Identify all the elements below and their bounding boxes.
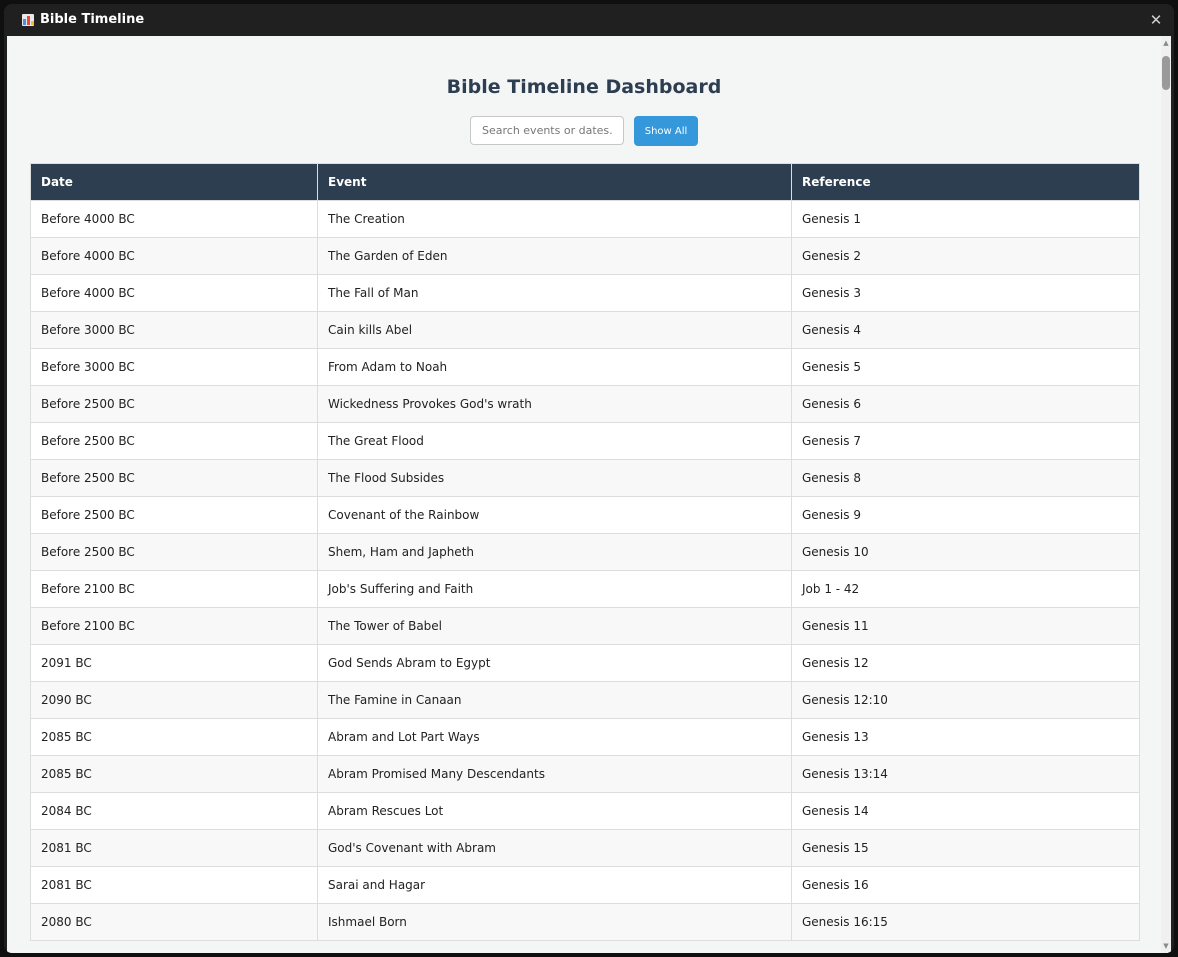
cell-date: Before 3000 BC xyxy=(30,348,318,386)
title-bar[interactable]: Bible Timeline ✕ xyxy=(4,4,1174,36)
cell-date: Before 2500 BC xyxy=(30,496,318,534)
cell-reference: Job 1 - 42 xyxy=(791,570,1140,608)
cell-date: 2081 BC xyxy=(30,866,318,904)
table-row[interactable]: Before 2500 BC Wickedness Provokes God's … xyxy=(30,385,1140,423)
cell-event: Shem, Ham and Japheth xyxy=(317,533,792,571)
column-header-event[interactable]: Event xyxy=(317,163,792,201)
cell-date: Before 3000 BC xyxy=(30,311,318,349)
cell-event: Job's Suffering and Faith xyxy=(317,570,792,608)
table-row[interactable]: 2080 BC Ishmael Born Genesis 16:15 xyxy=(30,903,1140,941)
cell-reference: Genesis 9 xyxy=(791,496,1140,534)
table-row[interactable]: Before 2100 BC Job's Suffering and Faith J… xyxy=(30,570,1140,608)
cell-date: 2090 BC xyxy=(30,681,318,719)
cell-event: From Adam to Noah xyxy=(317,348,792,386)
table-row[interactable]: Before 2500 BC Shem, Ham and Japheth Genes… xyxy=(30,533,1140,571)
table-body: Before 4000 BC The Creation Genesis 1 Befor… xyxy=(30,200,1140,941)
cell-event: Ishmael Born xyxy=(317,903,792,941)
cell-reference: Genesis 16:15 xyxy=(791,903,1140,941)
cell-event: Cain kills Abel xyxy=(317,311,792,349)
cell-event: Wickedness Provokes God's wrath xyxy=(317,385,792,423)
bar-chart-icon xyxy=(22,14,34,26)
cell-event: The Famine in Canaan xyxy=(317,681,792,719)
table-row[interactable]: 2081 BC Sarai and Hagar Genesis 16 xyxy=(30,866,1140,904)
cell-event: The Creation xyxy=(317,200,792,238)
cell-reference: Genesis 3 xyxy=(791,274,1140,312)
cell-date: 2091 BC xyxy=(30,644,318,682)
cell-date: 2081 BC xyxy=(30,829,318,867)
cell-date: Before 2500 BC xyxy=(30,459,318,497)
cell-event: The Garden of Eden xyxy=(317,237,792,275)
column-header-reference[interactable]: Reference xyxy=(791,163,1140,201)
cell-event: The Flood Subsides xyxy=(317,459,792,497)
cell-date: Before 2500 BC xyxy=(30,422,318,460)
cell-event: God's Covenant with Abram xyxy=(317,829,792,867)
table-row[interactable]: Before 2500 BC Covenant of the Rainbow Gen… xyxy=(30,496,1140,534)
cell-event: Abram Rescues Lot xyxy=(317,792,792,830)
column-header-date[interactable]: Date xyxy=(30,163,318,201)
cell-reference: Genesis 7 xyxy=(791,422,1140,460)
search-input[interactable] xyxy=(470,116,624,145)
scroll-thumb[interactable] xyxy=(1162,56,1170,90)
main-content: Bible Timeline Dashboard Show All Date E… xyxy=(7,36,1171,953)
cell-reference: Genesis 13:14 xyxy=(791,755,1140,793)
vertical-scrollbar[interactable]: ▲ ▼ xyxy=(1161,36,1171,953)
cell-event: The Tower of Babel xyxy=(317,607,792,645)
cell-date: 2085 BC xyxy=(30,718,318,756)
timeline-table: Date Event Reference Before 4000 BC The C… xyxy=(30,163,1140,941)
cell-date: Before 2500 BC xyxy=(30,385,318,423)
window-title: Bible Timeline xyxy=(40,12,145,27)
table-row[interactable]: Before 4000 BC The Garden of Eden Genesis … xyxy=(30,237,1140,275)
cell-reference: Genesis 14 xyxy=(791,792,1140,830)
table-row[interactable]: 2090 BC The Famine in Canaan Genesis 12:10 xyxy=(30,681,1140,719)
cell-reference: Genesis 11 xyxy=(791,607,1140,645)
table-row[interactable]: Before 3000 BC Cain kills Abel Genesis 4 xyxy=(30,311,1140,349)
table-row[interactable]: 2091 BC God Sends Abram to Egypt Genesis 1… xyxy=(30,644,1140,682)
cell-date: Before 4000 BC xyxy=(30,200,318,238)
cell-reference: Genesis 12 xyxy=(791,644,1140,682)
cell-reference: Genesis 15 xyxy=(791,829,1140,867)
cell-date: 2080 BC xyxy=(30,903,318,941)
page-title: Bible Timeline Dashboard xyxy=(446,76,722,98)
cell-event: God Sends Abram to Egypt xyxy=(317,644,792,682)
cell-reference: Genesis 10 xyxy=(791,533,1140,571)
cell-reference: Genesis 6 xyxy=(791,385,1140,423)
close-icon[interactable]: ✕ xyxy=(1144,8,1168,32)
cell-date: Before 4000 BC xyxy=(30,237,318,275)
table-row[interactable]: 2084 BC Abram Rescues Lot Genesis 14 xyxy=(30,792,1140,830)
cell-reference: Genesis 13 xyxy=(791,718,1140,756)
show-all-button[interactable]: Show All xyxy=(634,116,698,146)
cell-reference: Genesis 2 xyxy=(791,237,1140,275)
cell-date: 2085 BC xyxy=(30,755,318,793)
cell-reference: Genesis 1 xyxy=(791,200,1140,238)
cell-reference: Genesis 4 xyxy=(791,311,1140,349)
table-row[interactable]: Before 2500 BC The Flood Subsides Genesis … xyxy=(30,459,1140,497)
cell-event: Abram and Lot Part Ways xyxy=(317,718,792,756)
cell-date: Before 2100 BC xyxy=(30,570,318,608)
table-header-row: Date Event Reference xyxy=(30,163,1140,201)
cell-event: Abram Promised Many Descendants xyxy=(317,755,792,793)
table-row[interactable]: Before 2100 BC The Tower of Babel Genesis … xyxy=(30,607,1140,645)
table-row[interactable]: 2085 BC Abram Promised Many Descendants Ge… xyxy=(30,755,1140,793)
cell-reference: Genesis 5 xyxy=(791,348,1140,386)
cell-reference: Genesis 12:10 xyxy=(791,681,1140,719)
table-row[interactable]: Before 4000 BC The Fall of Man Genesis 3 xyxy=(30,274,1140,312)
cell-event: The Great Flood xyxy=(317,422,792,460)
cell-reference: Genesis 8 xyxy=(791,459,1140,497)
table-row[interactable]: Before 4000 BC The Creation Genesis 1 xyxy=(30,200,1140,238)
table-row[interactable]: 2081 BC God's Covenant with Abram Genesis … xyxy=(30,829,1140,867)
app-window: Bible Timeline ✕ Bible Timeline Dashboar… xyxy=(4,4,1174,953)
cell-event: Covenant of the Rainbow xyxy=(317,496,792,534)
cell-date: Before 2100 BC xyxy=(30,607,318,645)
cell-date: Before 2500 BC xyxy=(30,533,318,571)
cell-date: 2084 BC xyxy=(30,792,318,830)
cell-event: The Fall of Man xyxy=(317,274,792,312)
cell-event: Sarai and Hagar xyxy=(317,866,792,904)
cell-date: Before 4000 BC xyxy=(30,274,318,312)
table-row[interactable]: Before 2500 BC The Great Flood Genesis 7 xyxy=(30,422,1140,460)
cell-reference: Genesis 16 xyxy=(791,866,1140,904)
table-row[interactable]: 2085 BC Abram and Lot Part Ways Genesis 13 xyxy=(30,718,1140,756)
scroll-up-arrow-icon[interactable]: ▲ xyxy=(1162,38,1170,48)
scroll-down-arrow-icon[interactable]: ▼ xyxy=(1162,941,1170,951)
table-row[interactable]: Before 3000 BC From Adam to Noah Genesis 5 xyxy=(30,348,1140,386)
